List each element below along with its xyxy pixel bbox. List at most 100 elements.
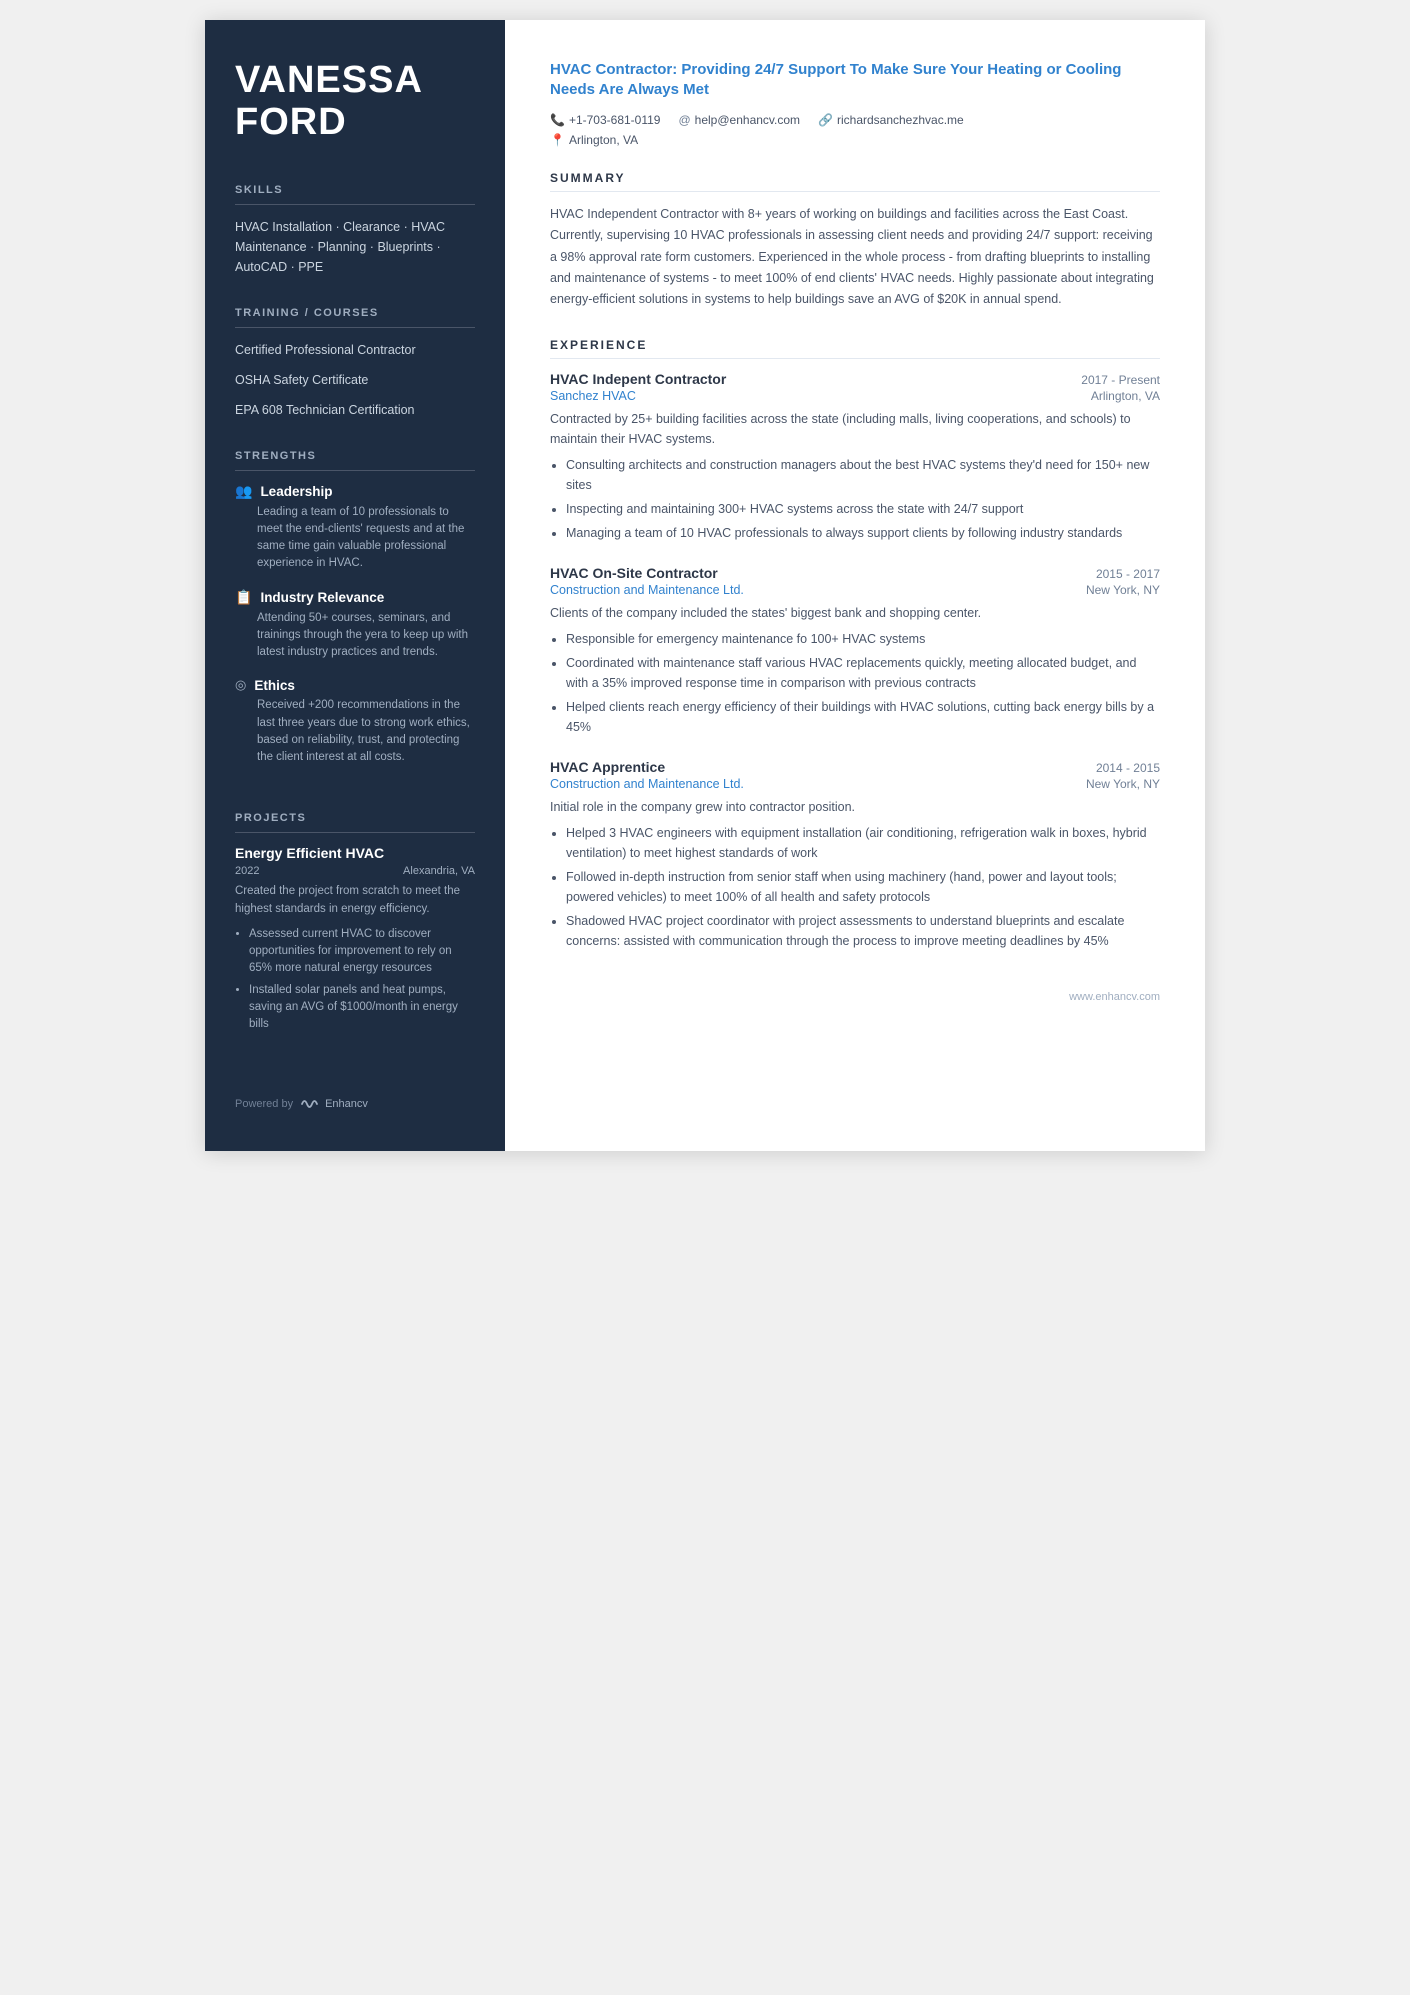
summary-title: SUMMARY: [550, 171, 1160, 185]
project-desc: Created the project from scratch to meet…: [235, 883, 475, 918]
contact-email: @ help@enhancv.com: [678, 113, 800, 127]
ethics-title: Ethics: [254, 678, 295, 693]
enhancv-brand: Enhancv: [325, 1098, 368, 1110]
enhancv-logo: Enhancv: [299, 1097, 368, 1111]
skills-title: SKILLS: [235, 184, 475, 196]
skills-section: SKILLS HVAC Installation · Clearance · H…: [235, 184, 475, 277]
sidebar: VANESSA FORD SKILLS HVAC Installation · …: [205, 20, 505, 1151]
main-content: HVAC Contractor: Providing 24/7 Support …: [505, 20, 1205, 1151]
location-icon: 📍: [550, 133, 565, 147]
contact-row: 📞 +1-703-681-0119 @ help@enhancv.com 🔗 r…: [550, 113, 1160, 127]
exp-company-2: Construction and Maintenance Ltd.: [550, 583, 744, 597]
summary-divider: [550, 191, 1160, 192]
exp-bullet-1-3: Managing a team of 10 HVAC professionals…: [566, 523, 1160, 543]
enhancv-logo-icon: [299, 1097, 321, 1111]
summary-section: SUMMARY HVAC Independent Contractor with…: [550, 171, 1160, 310]
training-section: TRAINING / COURSES Certified Professiona…: [235, 307, 475, 420]
exp-location-1: Arlington, VA: [1091, 389, 1160, 403]
project-location: Alexandria, VA: [403, 865, 475, 877]
exp-title-2: HVAC On-Site Contractor: [550, 565, 718, 581]
skills-text: HVAC Installation · Clearance · HVAC Mai…: [235, 217, 475, 277]
training-divider: [235, 327, 475, 328]
projects-section: PROJECTS Energy Efficient HVAC 2022 Alex…: [235, 812, 475, 1037]
summary-text: HVAC Independent Contractor with 8+ year…: [550, 204, 1160, 310]
exp-bullet-3-2: Followed in-depth instruction from senio…: [566, 867, 1160, 907]
contact-website: 🔗 richardsanchezhvac.me: [818, 113, 964, 127]
exp-company-row-3: Construction and Maintenance Ltd. New Yo…: [550, 777, 1160, 791]
powered-by-label: Powered by: [235, 1098, 293, 1110]
main-footer: www.enhancv.com: [550, 991, 1160, 1003]
exp-bullets-2: Responsible for emergency maintenance fo…: [550, 629, 1160, 737]
leadership-title: Leadership: [260, 484, 332, 499]
phone-icon: 📞: [550, 113, 565, 127]
leadership-icon: 👥: [235, 483, 252, 500]
exp-bullet-2-1: Responsible for emergency maintenance fo…: [566, 629, 1160, 649]
exp-location-2: New York, NY: [1086, 583, 1160, 597]
main-title: HVAC Contractor: Providing 24/7 Support …: [550, 60, 1160, 99]
industry-desc: Attending 50+ courses, seminars, and tra…: [235, 610, 475, 662]
strengths-title: STRENGTHS: [235, 450, 475, 462]
exp-item-1: HVAC Indepent Contractor 2017 - Present …: [550, 371, 1160, 543]
project-year: 2022: [235, 865, 259, 877]
website-text: richardsanchezhvac.me: [837, 113, 964, 127]
exp-company-row-1: Sanchez HVAC Arlington, VA: [550, 389, 1160, 403]
resume-container: VANESSA FORD SKILLS HVAC Installation · …: [205, 20, 1205, 1151]
exp-location-3: New York, NY: [1086, 777, 1160, 791]
exp-bullet-3-3: Shadowed HVAC project coordinator with p…: [566, 911, 1160, 951]
exp-desc-3: Initial role in the company grew into co…: [550, 797, 1160, 817]
exp-dates-3: 2014 - 2015: [1096, 761, 1160, 775]
email-icon: @: [678, 113, 690, 127]
experience-section: EXPERIENCE HVAC Indepent Contractor 2017…: [550, 338, 1160, 951]
projects-title: PROJECTS: [235, 812, 475, 824]
exp-item-2: HVAC On-Site Contractor 2015 - 2017 Cons…: [550, 565, 1160, 737]
training-title: TRAINING / COURSES: [235, 307, 475, 319]
training-items: Certified Professional Contractor OSHA S…: [235, 340, 475, 420]
exp-desc-1: Contracted by 25+ building facilities ac…: [550, 409, 1160, 449]
exp-title-3: HVAC Apprentice: [550, 759, 665, 775]
phone-text: +1-703-681-0119: [569, 113, 661, 127]
project-item-1: Energy Efficient HVAC 2022 Alexandria, V…: [235, 845, 475, 1033]
experience-title: EXPERIENCE: [550, 338, 1160, 352]
ethics-desc: Received +200 recommendations in the las…: [235, 697, 475, 766]
exp-header-3: HVAC Apprentice 2014 - 2015: [550, 759, 1160, 775]
contact-location-row: 📍 Arlington, VA: [550, 133, 1160, 147]
exp-bullet-3-1: Helped 3 HVAC engineers with equipment i…: [566, 823, 1160, 863]
exp-item-3: HVAC Apprentice 2014 - 2015 Construction…: [550, 759, 1160, 951]
exp-company-3: Construction and Maintenance Ltd.: [550, 777, 744, 791]
project-bullet-2: Installed solar panels and heat pumps, s…: [249, 982, 475, 1034]
project-bullet-1: Assessed current HVAC to discover opport…: [249, 926, 475, 978]
industry-icon: 📋: [235, 589, 252, 606]
exp-bullet-1-2: Inspecting and maintaining 300+ HVAC sys…: [566, 499, 1160, 519]
footer-url: www.enhancv.com: [1069, 991, 1160, 1003]
project-bullets: Assessed current HVAC to discover opport…: [235, 926, 475, 1034]
link-icon: 🔗: [818, 113, 833, 127]
exp-header-1: HVAC Indepent Contractor 2017 - Present: [550, 371, 1160, 387]
exp-bullets-1: Consulting architects and construction m…: [550, 455, 1160, 543]
strengths-section: STRENGTHS 👥 Leadership Leading a team of…: [235, 450, 475, 783]
exp-dates-2: 2015 - 2017: [1096, 567, 1160, 581]
exp-dates-1: 2017 - Present: [1081, 373, 1160, 387]
training-item-3: EPA 608 Technician Certification: [235, 400, 475, 420]
location-text: Arlington, VA: [569, 133, 638, 147]
exp-header-2: HVAC On-Site Contractor 2015 - 2017: [550, 565, 1160, 581]
exp-company-1: Sanchez HVAC: [550, 389, 636, 403]
email-text: help@enhancv.com: [695, 113, 800, 127]
exp-company-row-2: Construction and Maintenance Ltd. New Yo…: [550, 583, 1160, 597]
industry-title: Industry Relevance: [260, 590, 384, 605]
contact-phone: 📞 +1-703-681-0119: [550, 113, 660, 127]
project-meta: 2022 Alexandria, VA: [235, 865, 475, 877]
project-name: Energy Efficient HVAC: [235, 845, 475, 861]
candidate-name: VANESSA FORD: [235, 60, 475, 144]
exp-title-1: HVAC Indepent Contractor: [550, 371, 726, 387]
exp-bullet-1-1: Consulting architects and construction m…: [566, 455, 1160, 495]
strength-item-industry: 📋 Industry Relevance Attending 50+ cours…: [235, 589, 475, 662]
training-item-2: OSHA Safety Certificate: [235, 370, 475, 390]
projects-divider: [235, 832, 475, 833]
exp-desc-2: Clients of the company included the stat…: [550, 603, 1160, 623]
sidebar-footer: Powered by Enhancv: [235, 1067, 475, 1111]
exp-bullet-2-3: Helped clients reach energy efficiency o…: [566, 697, 1160, 737]
exp-bullet-2-2: Coordinated with maintenance staff vario…: [566, 653, 1160, 693]
ethics-icon: ◎: [235, 677, 246, 693]
strengths-divider: [235, 470, 475, 471]
strength-item-ethics: ◎ Ethics Received +200 recommendations i…: [235, 677, 475, 766]
